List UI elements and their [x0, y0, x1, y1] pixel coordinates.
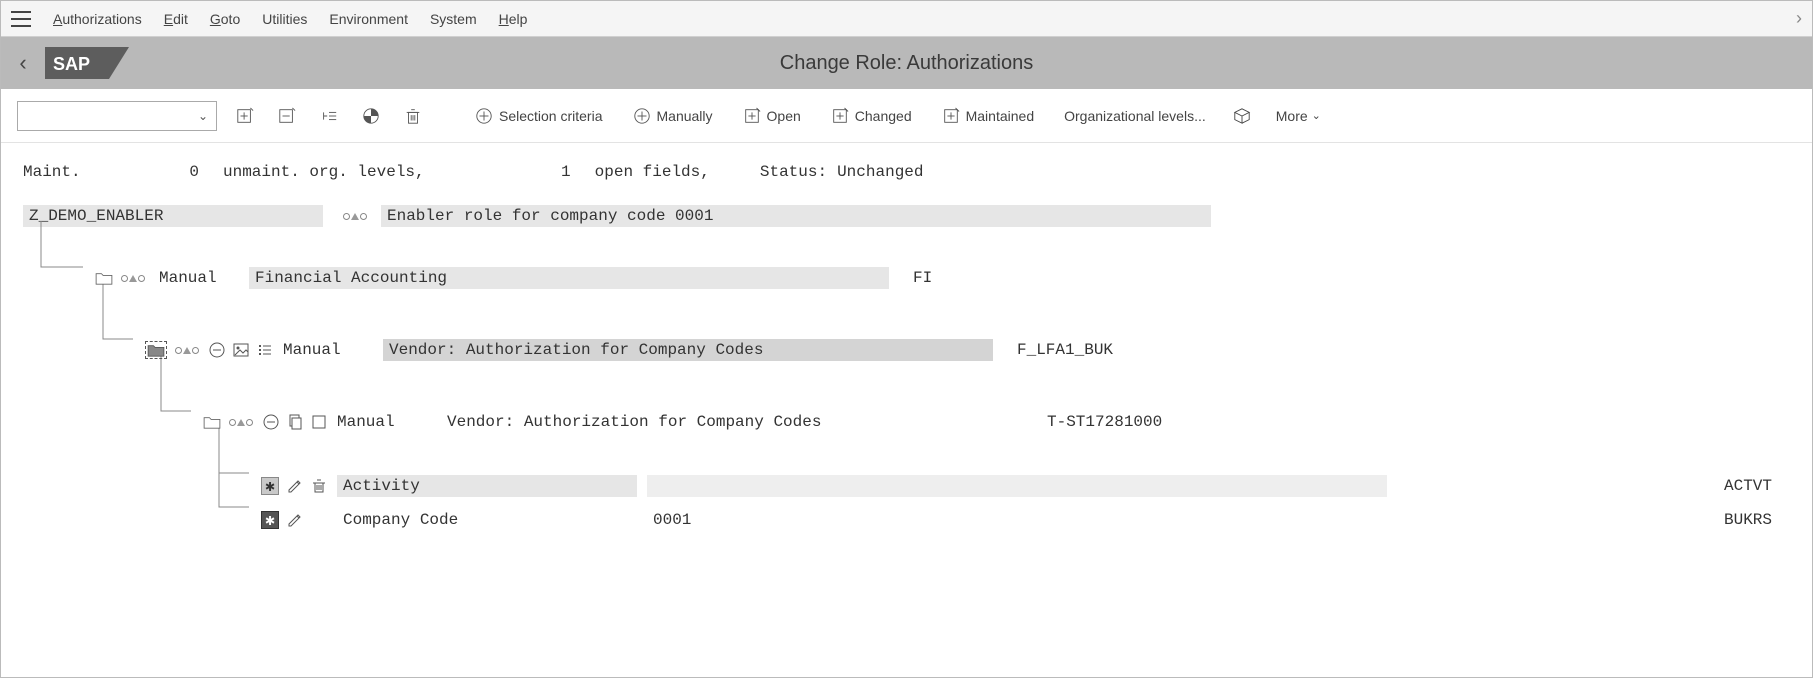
node-code: F_LFA1_BUK: [1017, 341, 1113, 359]
list-icon[interactable]: [257, 342, 273, 358]
traffic-light-icon: [229, 419, 253, 426]
menu-system[interactable]: System: [430, 11, 477, 27]
field-code: ACTVT: [1724, 477, 1772, 495]
open-button[interactable]: Open: [735, 102, 809, 130]
status-label: Status:: [760, 163, 827, 181]
plus-circle-icon: [475, 107, 493, 125]
org-levels-label: Organizational levels...: [1064, 108, 1206, 124]
app-window: Authorizations Edit Goto Utilities Envir…: [0, 0, 1813, 678]
selection-criteria-button[interactable]: Selection criteria: [467, 102, 611, 130]
field-value[interactable]: 0001: [647, 511, 1387, 529]
menu-authorizations[interactable]: Authorizations: [53, 11, 142, 27]
node-code: T-ST17281000: [1047, 413, 1162, 431]
field-code: BUKRS: [1724, 511, 1772, 529]
tree-node-flfa1buk[interactable]: Manual Vendor: Authorization for Company…: [23, 335, 1790, 365]
required-star-icon: ✱: [261, 477, 279, 495]
more-label: More: [1276, 108, 1308, 124]
status-line: Maint. 0 unmaint. org. levels, 1 open fi…: [1, 143, 1812, 191]
chevron-right-icon[interactable]: ›: [1796, 8, 1802, 29]
svg-text:SAP: SAP: [53, 54, 90, 74]
maintained-label: Maintained: [966, 108, 1035, 124]
selection-criteria-label: Selection criteria: [499, 108, 603, 124]
list-indent-icon[interactable]: [315, 102, 343, 130]
menu-edit[interactable]: Edit: [164, 11, 188, 27]
auth-tree: Z_DEMO_ENABLER Enabler role for company …: [1, 191, 1812, 535]
pencil-icon[interactable]: [287, 512, 303, 528]
org-levels-button[interactable]: Organizational levels...: [1056, 102, 1214, 130]
back-button[interactable]: ‹: [11, 51, 35, 75]
square-icon[interactable]: [311, 414, 327, 430]
circle-quarters-icon[interactable]: [357, 102, 385, 130]
minus-circle-icon[interactable]: [263, 414, 279, 430]
hamburger-icon[interactable]: [11, 11, 31, 27]
expand-box-icon: [743, 107, 761, 125]
field-row-activity[interactable]: ✱ Activity ACTVT: [23, 471, 1790, 501]
expand-box-icon: [831, 107, 849, 125]
maint-label: Maint.: [23, 163, 83, 181]
pencil-icon[interactable]: [287, 478, 303, 494]
more-button[interactable]: More ⌄: [1270, 108, 1327, 124]
open-fields-label: open fields,: [595, 163, 710, 181]
node-status: Manual: [283, 341, 383, 359]
open-count: 1: [435, 163, 585, 181]
toolbar-dropdown[interactable]: ⌄: [17, 101, 217, 131]
expand-plus-icon[interactable]: [231, 102, 259, 130]
root-desc: Enabler role for company code 0001: [381, 205, 1211, 227]
field-value[interactable]: [647, 475, 1387, 497]
tree-node-fi[interactable]: Manual Financial Accounting FI: [23, 263, 1790, 293]
changed-label: Changed: [855, 108, 912, 124]
node-desc: Financial Accounting: [249, 267, 889, 289]
unmaint-label: unmaint. org. levels,: [223, 163, 425, 181]
menu-help[interactable]: Help: [499, 11, 528, 27]
node-status: Manual: [337, 413, 447, 431]
required-star-icon: ✱: [261, 511, 279, 529]
maint-count: 0: [93, 163, 213, 181]
picture-icon[interactable]: [233, 342, 249, 358]
node-code: FI: [913, 269, 932, 287]
node-desc: Vendor: Authorization for Company Codes: [447, 413, 1023, 431]
status-value: Unchanged: [837, 163, 923, 181]
collapse-minus-icon[interactable]: [273, 102, 301, 130]
sap-logo: SAP: [45, 43, 129, 83]
tree-root-row[interactable]: Z_DEMO_ENABLER Enabler role for company …: [23, 201, 1790, 231]
changed-button[interactable]: Changed: [823, 102, 920, 130]
node-status: Manual: [159, 269, 249, 287]
menu-goto[interactable]: Goto: [210, 11, 240, 27]
menu-utilities[interactable]: Utilities: [262, 11, 307, 27]
folder-icon: [95, 271, 113, 285]
tree-node-auth-instance[interactable]: Manual Vendor: Authorization for Company…: [23, 407, 1790, 437]
plus-circle-icon: [633, 107, 651, 125]
menubar: Authorizations Edit Goto Utilities Envir…: [1, 1, 1812, 37]
traffic-light-icon: [175, 347, 199, 354]
root-name: Z_DEMO_ENABLER: [23, 205, 323, 227]
chevron-down-icon: ⌄: [1312, 109, 1321, 122]
manually-button[interactable]: Manually: [625, 102, 721, 130]
field-label: Activity: [337, 475, 637, 497]
open-label: Open: [767, 108, 801, 124]
expand-box-icon: [942, 107, 960, 125]
menu-environment[interactable]: Environment: [329, 11, 408, 27]
field-row-company-code[interactable]: ✱ Company Code 0001 BUKRS: [23, 505, 1790, 535]
page-title: Change Role: Authorizations: [780, 52, 1034, 75]
manually-label: Manually: [657, 108, 713, 124]
toolbar: ⌄ Selection criteria Manually Open: [1, 89, 1812, 143]
folder-open-icon: [147, 343, 165, 357]
copy-icon[interactable]: [287, 414, 303, 430]
trash-icon[interactable]: [399, 102, 427, 130]
titlebar: ‹ SAP Change Role: Authorizations: [1, 37, 1812, 89]
minus-circle-icon[interactable]: [209, 342, 225, 358]
maintained-button[interactable]: Maintained: [934, 102, 1043, 130]
node-desc: Vendor: Authorization for Company Codes: [383, 339, 993, 361]
field-label: Company Code: [337, 511, 637, 529]
trash-icon[interactable]: [311, 478, 327, 494]
traffic-light-icon: [343, 213, 367, 220]
chevron-down-icon: ⌄: [198, 109, 208, 123]
cube-icon[interactable]: [1228, 102, 1256, 130]
folder-icon: [203, 415, 221, 429]
traffic-light-icon: [121, 275, 145, 282]
